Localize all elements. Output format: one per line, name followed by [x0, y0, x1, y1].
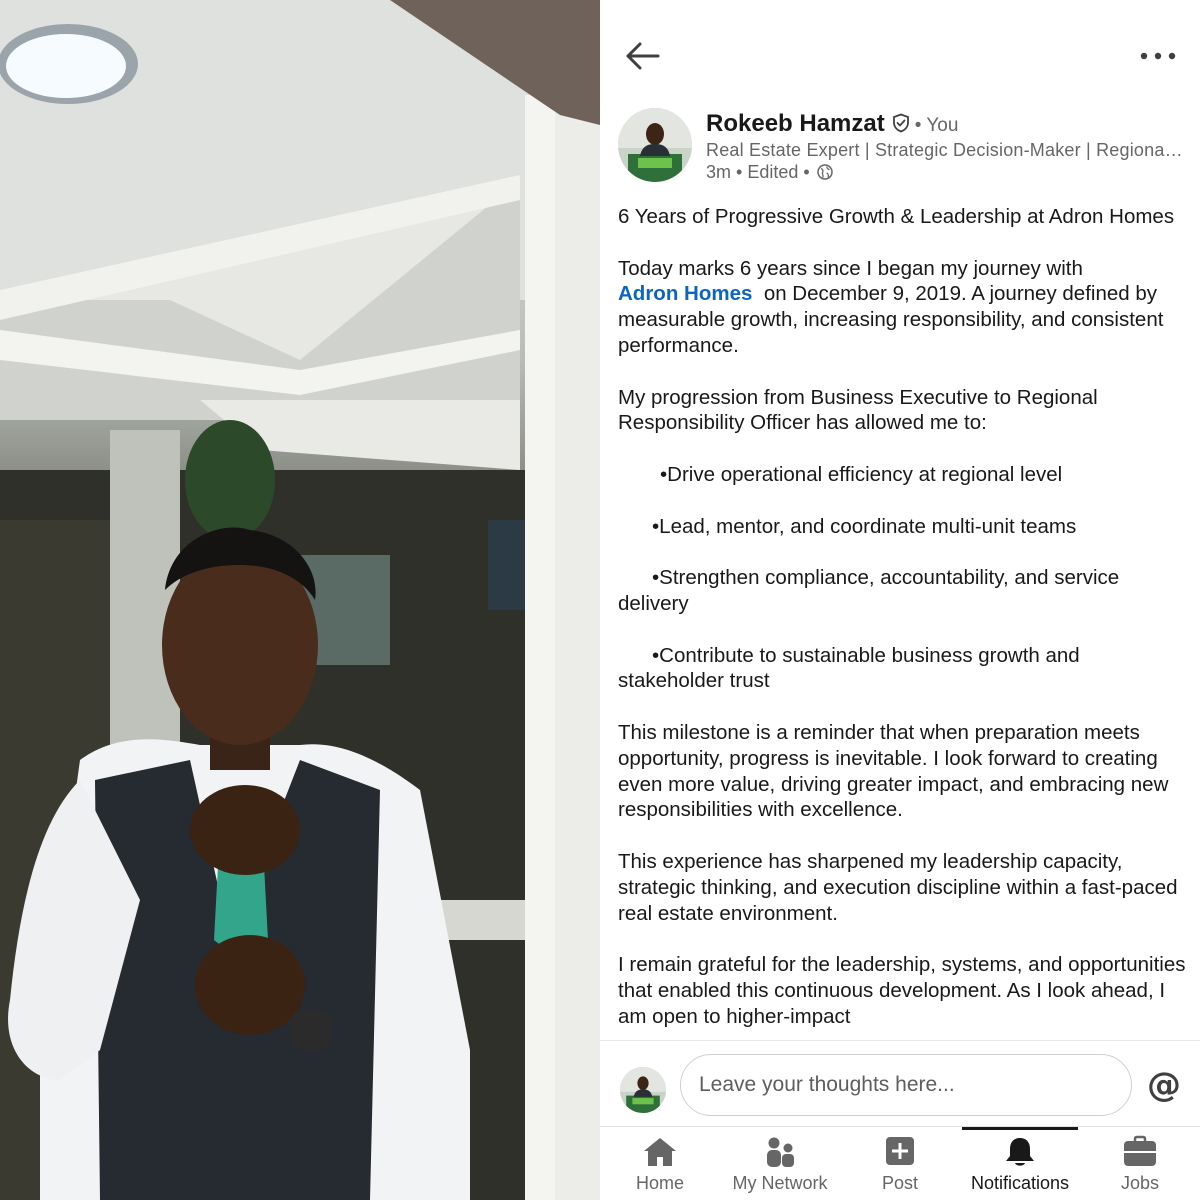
more-options-icon[interactable]: [1138, 44, 1178, 68]
comment-bar: @: [600, 1040, 1200, 1126]
post-time: 3m: [706, 162, 732, 182]
bullet-item: •Lead, mentor, and coordinate multi-unit…: [652, 514, 1077, 538]
mention-button[interactable]: @: [1144, 1065, 1184, 1105]
comment-avatar: [620, 1067, 666, 1113]
author-headline: Real Estate Expert | Strategic Decision-…: [706, 140, 1186, 160]
nav-notifications-label: Notifications: [970, 1173, 1070, 1193]
bottom-nav: Home My Network Post Notifications Jobs: [600, 1126, 1200, 1200]
you-badge: • You: [914, 115, 959, 136]
bullet-text: •Strengthen compliance, accountability, …: [618, 566, 1120, 615]
nav-jobs[interactable]: Jobs: [1080, 1127, 1200, 1200]
nav-post-label: Post: [881, 1173, 919, 1193]
network-icon: [767, 1137, 794, 1167]
nav-home[interactable]: Home: [600, 1127, 720, 1200]
post-meta: 3m • Edited •: [706, 162, 833, 183]
verified-shield-icon: [892, 113, 909, 133]
nav-network-label: My Network: [732, 1173, 828, 1193]
author-name-row[interactable]: Rokeeb Hamzat • You: [706, 110, 958, 138]
profile-photo: [0, 0, 600, 1200]
nav-my-network[interactable]: My Network: [720, 1127, 840, 1200]
back-arrow-icon[interactable]: [622, 36, 662, 76]
post-author: Rokeeb Hamzat • You Real Estate Expert |…: [618, 108, 1188, 188]
nav-post[interactable]: Post: [840, 1127, 960, 1200]
nav-notifications[interactable]: Notifications: [960, 1127, 1080, 1200]
avatar-image: [618, 108, 692, 182]
bullet-text: •Contribute to sustainable business grow…: [618, 643, 1080, 693]
add-post-icon: [886, 1137, 914, 1165]
bullet-item: •Strengthen compliance, accountability, …: [618, 565, 1188, 617]
post-experience: This experience has sharpened my leaders…: [618, 849, 1178, 925]
post-milestone: This milestone is a reminder that when p…: [618, 720, 1169, 822]
post-panel: Rokeeb Hamzat • You Real Estate Expert |…: [600, 0, 1200, 1200]
globe-icon: [816, 164, 833, 180]
company-mention-link[interactable]: Adron Homes: [618, 282, 752, 305]
post-intro: Today marks 6 years since I began my jou…: [618, 256, 1188, 359]
post-title: 6 Years of Progressive Growth & Leadersh…: [618, 205, 1175, 228]
nav-jobs-label: Jobs: [1120, 1173, 1160, 1193]
intro-before: Today marks 6 years since I began my jou…: [618, 256, 1083, 280]
avatar-image: [620, 1067, 666, 1113]
bullet-item: •Drive operational efficiency at regiona…: [660, 462, 1063, 486]
post-edited: • Edited •: [736, 162, 810, 182]
comment-input[interactable]: [680, 1054, 1132, 1116]
home-icon: [644, 1138, 676, 1166]
post-grateful: I remain grateful for the leadership, sy…: [618, 953, 1186, 1028]
bullet-item: •Contribute to sustainable business grow…: [618, 643, 1188, 695]
bell-icon: [1006, 1138, 1034, 1166]
nav-home-label: Home: [635, 1173, 684, 1193]
briefcase-icon: [1124, 1135, 1156, 1166]
author-avatar[interactable]: [618, 108, 692, 182]
photo-illustration: [0, 0, 600, 1200]
author-name[interactable]: Rokeeb Hamzat: [706, 110, 885, 137]
top-bar: [600, 0, 1200, 100]
post-progression: My progression from Business Executive t…: [618, 385, 1098, 435]
post-text: 6 Years of Progressive Growth & Leadersh…: [618, 204, 1188, 1040]
